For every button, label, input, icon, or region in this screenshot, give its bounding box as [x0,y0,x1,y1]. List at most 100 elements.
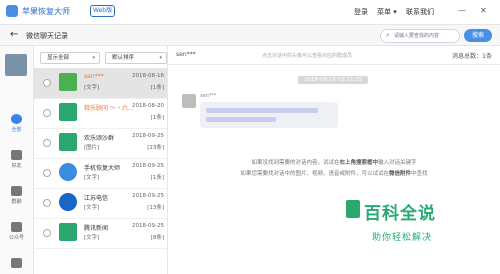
group-icon [11,186,22,196]
message-count: 消息总数：1条 [452,53,492,60]
contact-count: [1条] [150,85,164,91]
sort-select[interactable]: 默认排序 ▾ [105,52,167,64]
back-arrow-icon[interactable]: ← [10,29,18,40]
chevron-down-icon: ▾ [159,55,162,61]
list-item[interactable]: 欢乐颂沙群 2018-09-25 [图片] [23条] [34,128,167,159]
contact-name: sen*** [84,73,104,80]
watermark-logo-icon [346,200,360,218]
contact-avatar [59,163,77,181]
list-item[interactable]: 手机恢复大师 2018-09-25 [文字] [1条] [34,158,167,189]
watermark-title: 百科全说 [364,204,436,224]
chat-contact-name: sen*** [176,51,196,58]
person-icon [11,258,22,268]
contact-date: 2018-09-25 [132,193,164,199]
nav-item-groups[interactable]: 群聊 [0,186,33,205]
contact-count: [1条] [150,115,164,121]
nav-label: 好友 [11,163,22,169]
help-text: 中查找 [411,171,428,177]
login-link[interactable]: 登录 [354,7,368,17]
clock-icon [11,114,22,124]
contact-name: 释乐顾问 ～・六... [84,105,134,112]
help-text: 输入对话关键字 [378,160,417,166]
user-avatar[interactable] [5,54,27,76]
sub-bar: ← 微信聊天记录 ⌕ 搜索 [0,25,500,46]
app-name: 苹果恢复大师 [22,7,70,16]
contact-count: [13条] [147,205,164,211]
help-text: 如果没找到需要的对话内容，试试在 [251,160,340,166]
menu-label: 菜单 [377,8,391,16]
page-title: 微信聊天记录 [26,32,68,40]
contact-date: 2018-09-25 [132,133,164,139]
message-bubble [200,102,338,128]
chevron-down-icon: ▾ [92,55,95,61]
contact-count: [1条] [150,175,164,181]
contact-count: [8条] [150,235,164,241]
select-radio[interactable] [43,109,51,117]
chevron-down-icon: ▾ [393,8,397,16]
blurred-text [206,108,318,113]
contact-preview: [文字] [84,205,100,211]
list-item[interactable]: 腾讯新闻 2018-09-25 [文字] [8条] [34,218,167,249]
search-icon: ⌕ [386,31,390,39]
contact-date: 2018-09-25 [132,223,164,229]
select-radio[interactable] [43,199,51,207]
nav-item-more[interactable] [0,258,33,268]
person-icon [11,150,22,160]
contact-date: 2018-09-25 [132,163,164,169]
left-nav: 全部 好友 群聊 公众号 [0,46,34,274]
nav-label: 公众号 [8,235,24,241]
help-text: 如果您需要找对话中的图片、视频、语音或附件，可以试试在 [240,171,389,177]
contact-avatar [59,73,77,91]
contact-preview: [文字] [84,235,100,241]
search-input[interactable] [394,30,456,42]
nav-item-all[interactable]: 全部 [0,114,33,133]
sender-name: sen*** [200,93,217,99]
contact-date: 2018-08-16 [132,73,164,79]
contact-preview: [文字] [84,85,100,91]
close-button[interactable]: ✕ [480,6,487,15]
watermark-subtitle: 助你轻松解决 [372,233,433,243]
contact-avatar [59,223,77,241]
contact-avatar [59,133,77,151]
help-bold[interactable]: 微信附件 [389,171,411,177]
contact-name: 腾讯新闻 [84,225,109,232]
select-radio[interactable] [43,139,51,147]
conversation-list: 显示全部 ▾ 默认排序 ▾ sen*** 2018-08-16 [文字] [1条… [34,46,168,274]
contact-name: 手机恢复大师 [84,165,121,172]
contact-link[interactable]: 联系我们 [406,7,434,17]
list-item[interactable]: 释乐顾问 ～・六... 2018-08-20 [1条] [34,98,167,129]
contact-preview: [文字] [84,175,100,181]
select-radio[interactable] [43,169,51,177]
message-timestamp: 2018-08-16 15:11:25 [298,76,369,84]
nav-item-friends[interactable]: 好友 [0,150,33,169]
chat-pane: sen*** 点击对话中的头像可以查看对应的群成员 消息总数：1条 2018-0… [168,46,500,274]
nav-label: 全部 [11,127,22,133]
chat-hint: 点击对话中的头像可以查看对应的群成员 [262,53,353,59]
grid-icon [11,222,22,232]
contact-name: 欢乐颂沙群 [84,135,115,142]
nav-label: 群聊 [11,199,22,205]
web-badge: Web版 [90,5,116,17]
search-box: ⌕ [380,29,460,43]
list-item[interactable]: sen*** 2018-08-16 [文字] [1条] [34,68,167,99]
blurred-text [206,117,276,122]
minimize-button[interactable]: — [458,6,466,15]
sender-avatar[interactable] [182,94,196,108]
menu-dropdown[interactable]: 菜单 ▾ [377,7,397,17]
sort-label: 默认排序 [112,55,135,61]
show-filter-label: 显示全部 [47,55,70,61]
help-text-search: 如果没找到需要的对话内容，试试在右上角搜索框中输入对话关键字 [168,158,500,166]
select-radio[interactable] [43,79,51,87]
search-button[interactable]: 搜索 [464,29,492,42]
contact-name: 江苏电信 [84,195,109,202]
nav-item-official[interactable]: 公众号 [0,222,33,241]
help-bold: 右上角搜索框中 [339,160,378,166]
contact-count: [23条] [147,145,164,151]
show-filter-select[interactable]: 显示全部 ▾ [40,52,100,64]
contact-date: 2018-08-20 [132,103,164,109]
chat-header: sen*** 点击对话中的头像可以查看对应的群成员 消息总数：1条 [168,46,500,65]
select-radio[interactable] [43,229,51,237]
contact-avatar [59,193,77,211]
list-item[interactable]: 江苏电信 2018-09-25 [文字] [13条] [34,188,167,219]
contact-preview: [图片] [84,145,100,151]
